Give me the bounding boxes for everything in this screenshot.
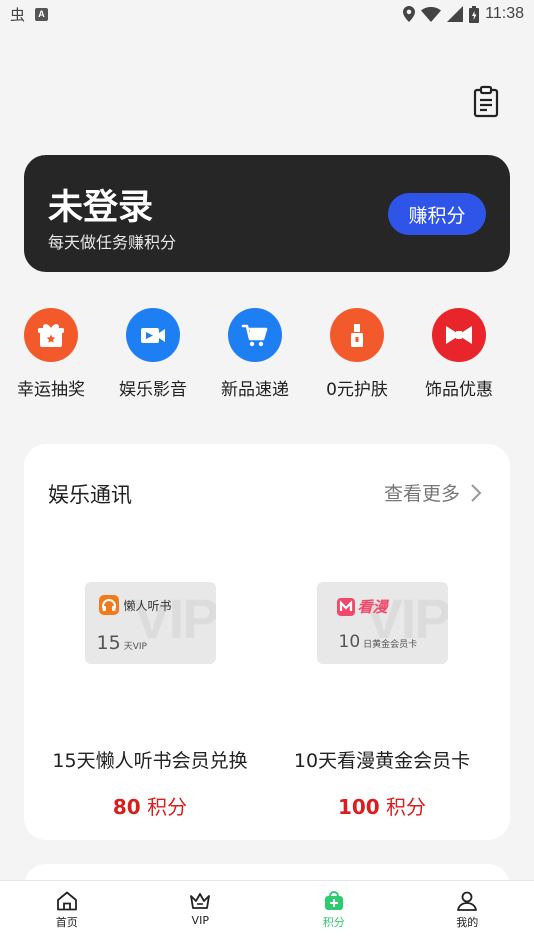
product-image: VIP 看漫 10 日黄金会员卡 xyxy=(316,582,448,664)
quick-actions: 幸运抽奖 娱乐影音 新品速递 0元护肤 饰品优惠 xyxy=(0,308,534,408)
bowtie-icon xyxy=(432,308,486,362)
kanman-logo-icon xyxy=(336,597,355,616)
product-card-lanren[interactable]: VIP 懒人听书 15 天VIP 15天懒人听书会员兑换 80 积分 xyxy=(34,582,266,820)
product-name: 10天看漫黄金会员卡 xyxy=(293,750,471,772)
product-card-kanman[interactable]: VIP 看漫 10 日黄金会员卡 10天看漫黄金会员卡 100 积分 xyxy=(266,582,498,820)
quick-action-label: 幸运抽奖 xyxy=(17,380,85,400)
price-unit: 积分 xyxy=(147,795,188,819)
cart-icon xyxy=(228,308,282,362)
notification-badge: A xyxy=(35,7,49,21)
nav-label: 首页 xyxy=(55,916,78,929)
location-icon xyxy=(403,6,416,22)
duration-unit: 日黄金会员卡 xyxy=(363,640,418,650)
nav-label: VIP xyxy=(191,914,209,927)
quick-action-label: 娱乐影音 xyxy=(119,380,187,400)
product-price: 80 积分 xyxy=(34,791,266,820)
notification-glyph: 虫 xyxy=(10,5,26,24)
brand-name: 懒人听书 xyxy=(123,598,172,613)
nav-item-profile[interactable]: 我的 xyxy=(401,881,534,950)
price-points: 100 xyxy=(337,795,380,819)
brand-name: 看漫 xyxy=(357,598,388,616)
duration-number: 10 xyxy=(338,632,361,652)
crown-icon xyxy=(190,893,211,909)
entertainment-section: 娱乐通讯 查看更多 VIP 懒人听书 15 天VIP 15天懒人听书会员兑换 8… xyxy=(24,444,510,840)
quick-action-accessories[interactable]: 饰品优惠 xyxy=(408,308,510,408)
clipboard-list-icon[interactable] xyxy=(470,85,502,119)
gift-icon xyxy=(24,308,78,362)
status-left: 虫 A xyxy=(10,4,49,25)
headphones-logo-icon xyxy=(98,595,119,615)
price-unit: 积分 xyxy=(386,795,427,819)
quick-action-label: 0元护肤 xyxy=(326,380,388,400)
nav-label: 我的 xyxy=(456,916,479,929)
duration-number: 15 xyxy=(96,632,121,654)
bottom-nav: 首页 VIP 积分 我的 xyxy=(0,880,534,950)
see-more-label: 查看更多 xyxy=(383,483,460,505)
vip-duration: 10 日黄金会员卡 xyxy=(339,632,418,652)
nav-item-home[interactable]: 首页 xyxy=(0,881,134,950)
earn-points-button[interactable]: 赚积分 xyxy=(388,193,486,235)
quick-action-free-skincare[interactable]: 0元护肤 xyxy=(306,308,408,408)
quick-action-entertainment[interactable]: 娱乐影音 xyxy=(102,308,204,408)
see-more-link[interactable]: 查看更多 xyxy=(384,479,482,506)
login-title: 未登录 xyxy=(48,188,154,228)
quick-action-new-arrivals[interactable]: 新品速递 xyxy=(204,308,306,408)
quick-action-label: 新品速递 xyxy=(221,380,289,400)
quick-action-lucky-draw[interactable]: 幸运抽奖 xyxy=(0,308,102,408)
nav-item-vip[interactable]: VIP xyxy=(134,881,268,950)
status-right: 11:38 xyxy=(403,5,524,23)
product-price: 100 积分 xyxy=(266,791,498,820)
login-subtitle: 每天做任务赚积分 xyxy=(48,233,177,252)
brand-row: 看漫 xyxy=(336,596,388,617)
battery-icon xyxy=(469,5,480,23)
status-bar: 虫 A 11:38 xyxy=(0,0,534,28)
vip-duration: 15 天VIP xyxy=(97,632,147,654)
user-icon xyxy=(457,891,478,911)
quick-action-label: 饰品优惠 xyxy=(425,380,493,400)
login-card[interactable]: 未登录 每天做任务赚积分 赚积分 xyxy=(24,155,510,272)
status-time: 11:38 xyxy=(485,5,524,22)
video-icon xyxy=(126,308,180,362)
brand-row: 懒人听书 xyxy=(98,595,172,615)
chevron-right-icon xyxy=(471,483,482,502)
section-title: 娱乐通讯 xyxy=(48,483,132,507)
wifi-icon xyxy=(421,6,442,22)
product-image: VIP 懒人听书 15 天VIP xyxy=(84,582,216,664)
product-name: 15天懒人听书会员兑换 xyxy=(52,750,248,772)
nav-label: 积分 xyxy=(322,916,345,929)
points-bag-icon xyxy=(324,891,343,910)
duration-unit: 天VIP xyxy=(123,642,147,652)
home-icon xyxy=(56,891,77,911)
lipstick-icon xyxy=(330,308,384,362)
price-points: 80 xyxy=(112,795,141,819)
nav-item-points[interactable]: 积分 xyxy=(267,881,401,950)
signal-icon xyxy=(447,6,464,22)
